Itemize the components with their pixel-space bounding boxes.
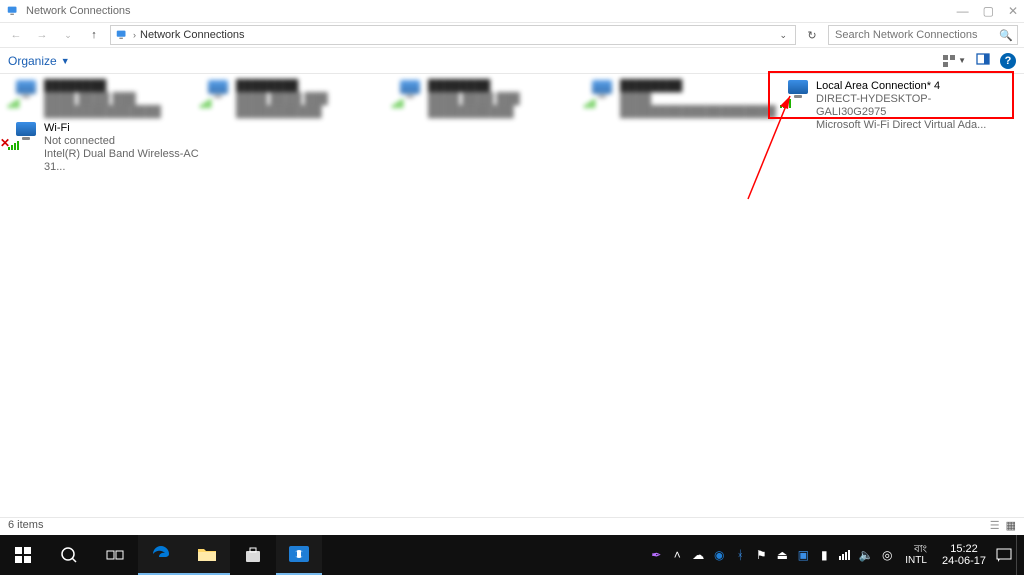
language-indicator[interactable]: বাং INTL xyxy=(899,544,933,566)
tray-security-icon[interactable]: ⚑ xyxy=(752,546,770,564)
taskbar-app[interactable] xyxy=(276,535,322,575)
edge-icon xyxy=(151,544,171,564)
tray-onedrive-icon[interactable]: ☁ xyxy=(689,546,707,564)
breadcrumb[interactable]: › Network Connections ⌄ xyxy=(110,25,796,45)
tray-graphics-icon[interactable]: ▣ xyxy=(794,546,812,564)
start-button[interactable] xyxy=(0,535,46,575)
recent-locations[interactable]: ⌄ xyxy=(58,25,78,45)
window-title: Network Connections xyxy=(26,5,131,17)
network-adapter-item[interactable]: ████████████ ████ ██████████████████ xyxy=(10,80,200,119)
organize-menu[interactable]: Organize ▼ xyxy=(8,54,70,68)
tray-app-icon[interactable]: ✒ xyxy=(647,546,665,564)
tray-location-icon[interactable]: ◎ xyxy=(878,546,896,564)
adapter-name: Wi-Fi xyxy=(44,122,200,135)
search-box[interactable]: 🔍 xyxy=(828,25,1018,45)
adapter-device: Microsoft Wi-Fi Direct Virtual Ada... xyxy=(816,119,992,132)
language-layout: INTL xyxy=(905,555,927,566)
folder-icon xyxy=(197,546,217,562)
location-icon xyxy=(115,28,129,42)
taskbar: ✒ ˄ ☁ ◉ ᚼ ⚑ ⏏ ▣ ▮ 🔈 ◎ বাং INTL 15:22 24-… xyxy=(0,535,1024,575)
task-view-button[interactable] xyxy=(92,535,138,575)
close-button[interactable]: ✕ xyxy=(1008,4,1018,18)
tray-volume-icon[interactable]: 🔈 xyxy=(857,546,875,564)
adapter-icon: ✕ xyxy=(10,122,38,148)
up-button[interactable]: ↑ xyxy=(84,25,104,45)
windows-icon xyxy=(15,547,31,563)
status-bar: 6 items ☰ ▦ xyxy=(0,517,1024,535)
taskbar-edge[interactable] xyxy=(138,535,184,575)
forward-button[interactable]: → xyxy=(32,25,52,45)
back-button[interactable]: ← xyxy=(6,25,26,45)
network-adapter-item[interactable]: ████████████████████████████████ xyxy=(586,80,776,119)
organize-label: Organize xyxy=(8,54,57,68)
adapter-status: Not connected xyxy=(44,135,200,148)
app-icon xyxy=(6,4,20,18)
adapter-icon xyxy=(782,80,810,106)
system-tray: ✒ ˄ ☁ ◉ ᚼ ⚑ ⏏ ▣ ▮ 🔈 ◎ বাং INTL 15:22 24-… xyxy=(647,535,1024,575)
tray-network-icon[interactable] xyxy=(836,546,854,564)
taskbar-clock[interactable]: 15:22 24-06-17 xyxy=(936,543,992,567)
breadcrumb-dropdown-icon[interactable]: ⌄ xyxy=(779,30,791,41)
taskbar-store[interactable] xyxy=(230,535,276,575)
tray-eject-icon[interactable]: ⏏ xyxy=(773,546,791,564)
icons-view-button[interactable]: ▦ xyxy=(1006,519,1016,532)
maximize-button[interactable]: ▢ xyxy=(983,4,994,18)
chevron-right-icon: › xyxy=(133,30,136,40)
window-controls: — ▢ ✕ xyxy=(957,4,1018,18)
tray-overflow-icon[interactable]: ˄ xyxy=(668,546,686,564)
minimize-button[interactable]: — xyxy=(957,4,969,18)
search-circle-icon xyxy=(60,546,78,564)
view-options-button[interactable]: ▼ xyxy=(942,54,966,68)
clock-time: 15:22 xyxy=(942,543,986,555)
search-icon[interactable]: 🔍 xyxy=(999,29,1013,42)
content-pane: ████████████ ████ ██████████████████ ███… xyxy=(0,74,1024,534)
item-count: 6 items xyxy=(8,519,43,531)
action-center-button[interactable] xyxy=(995,546,1013,564)
chevron-down-icon: ▼ xyxy=(61,56,70,66)
details-view-button[interactable]: ☰ xyxy=(990,519,1000,532)
adapter-name: Local Area Connection* 4 xyxy=(816,80,992,93)
store-icon xyxy=(244,546,262,564)
taskview-icon xyxy=(106,548,124,562)
network-adapter-item[interactable]: ████████████ ████ ██████████████ xyxy=(202,80,392,119)
help-button[interactable]: ? xyxy=(1000,53,1016,69)
search-input[interactable] xyxy=(835,29,1011,41)
address-bar: ← → ⌄ ↑ › Network Connections ⌄ ↻ 🔍 xyxy=(0,22,1024,48)
command-bar: Organize ▼ ▼ ? xyxy=(0,48,1024,74)
network-adapter-item[interactable]: ████████████ ████ ██████████████ xyxy=(394,80,584,119)
language-script: বাং xyxy=(905,544,927,555)
tray-bluetooth-icon[interactable]: ᚼ xyxy=(731,546,749,564)
window-titlebar: Network Connections — ▢ ✕ xyxy=(0,0,1024,22)
tray-app2-icon[interactable]: ◉ xyxy=(710,546,728,564)
teamviewer-icon xyxy=(289,546,309,562)
adapter-device: Intel(R) Dual Band Wireless-AC 31... xyxy=(44,148,200,174)
refresh-button[interactable]: ↻ xyxy=(802,25,822,45)
network-adapter-lac4[interactable]: Local Area Connection* 4 DIRECT-HYDESKTO… xyxy=(782,80,992,132)
breadcrumb-location[interactable]: Network Connections xyxy=(140,29,245,41)
disconnected-icon: ✕ xyxy=(0,137,10,150)
preview-pane-button[interactable] xyxy=(976,52,990,69)
adapter-status: DIRECT-HYDESKTOP-GALI30G2975 xyxy=(816,93,992,119)
show-desktop-button[interactable] xyxy=(1016,535,1022,575)
clock-date: 24-06-17 xyxy=(942,555,986,567)
cortana-search-button[interactable] xyxy=(46,535,92,575)
tray-battery-icon[interactable]: ▮ xyxy=(815,546,833,564)
taskbar-explorer[interactable] xyxy=(184,535,230,575)
network-adapter-wifi[interactable]: ✕ Wi-Fi Not connected Intel(R) Dual Band… xyxy=(10,122,200,174)
